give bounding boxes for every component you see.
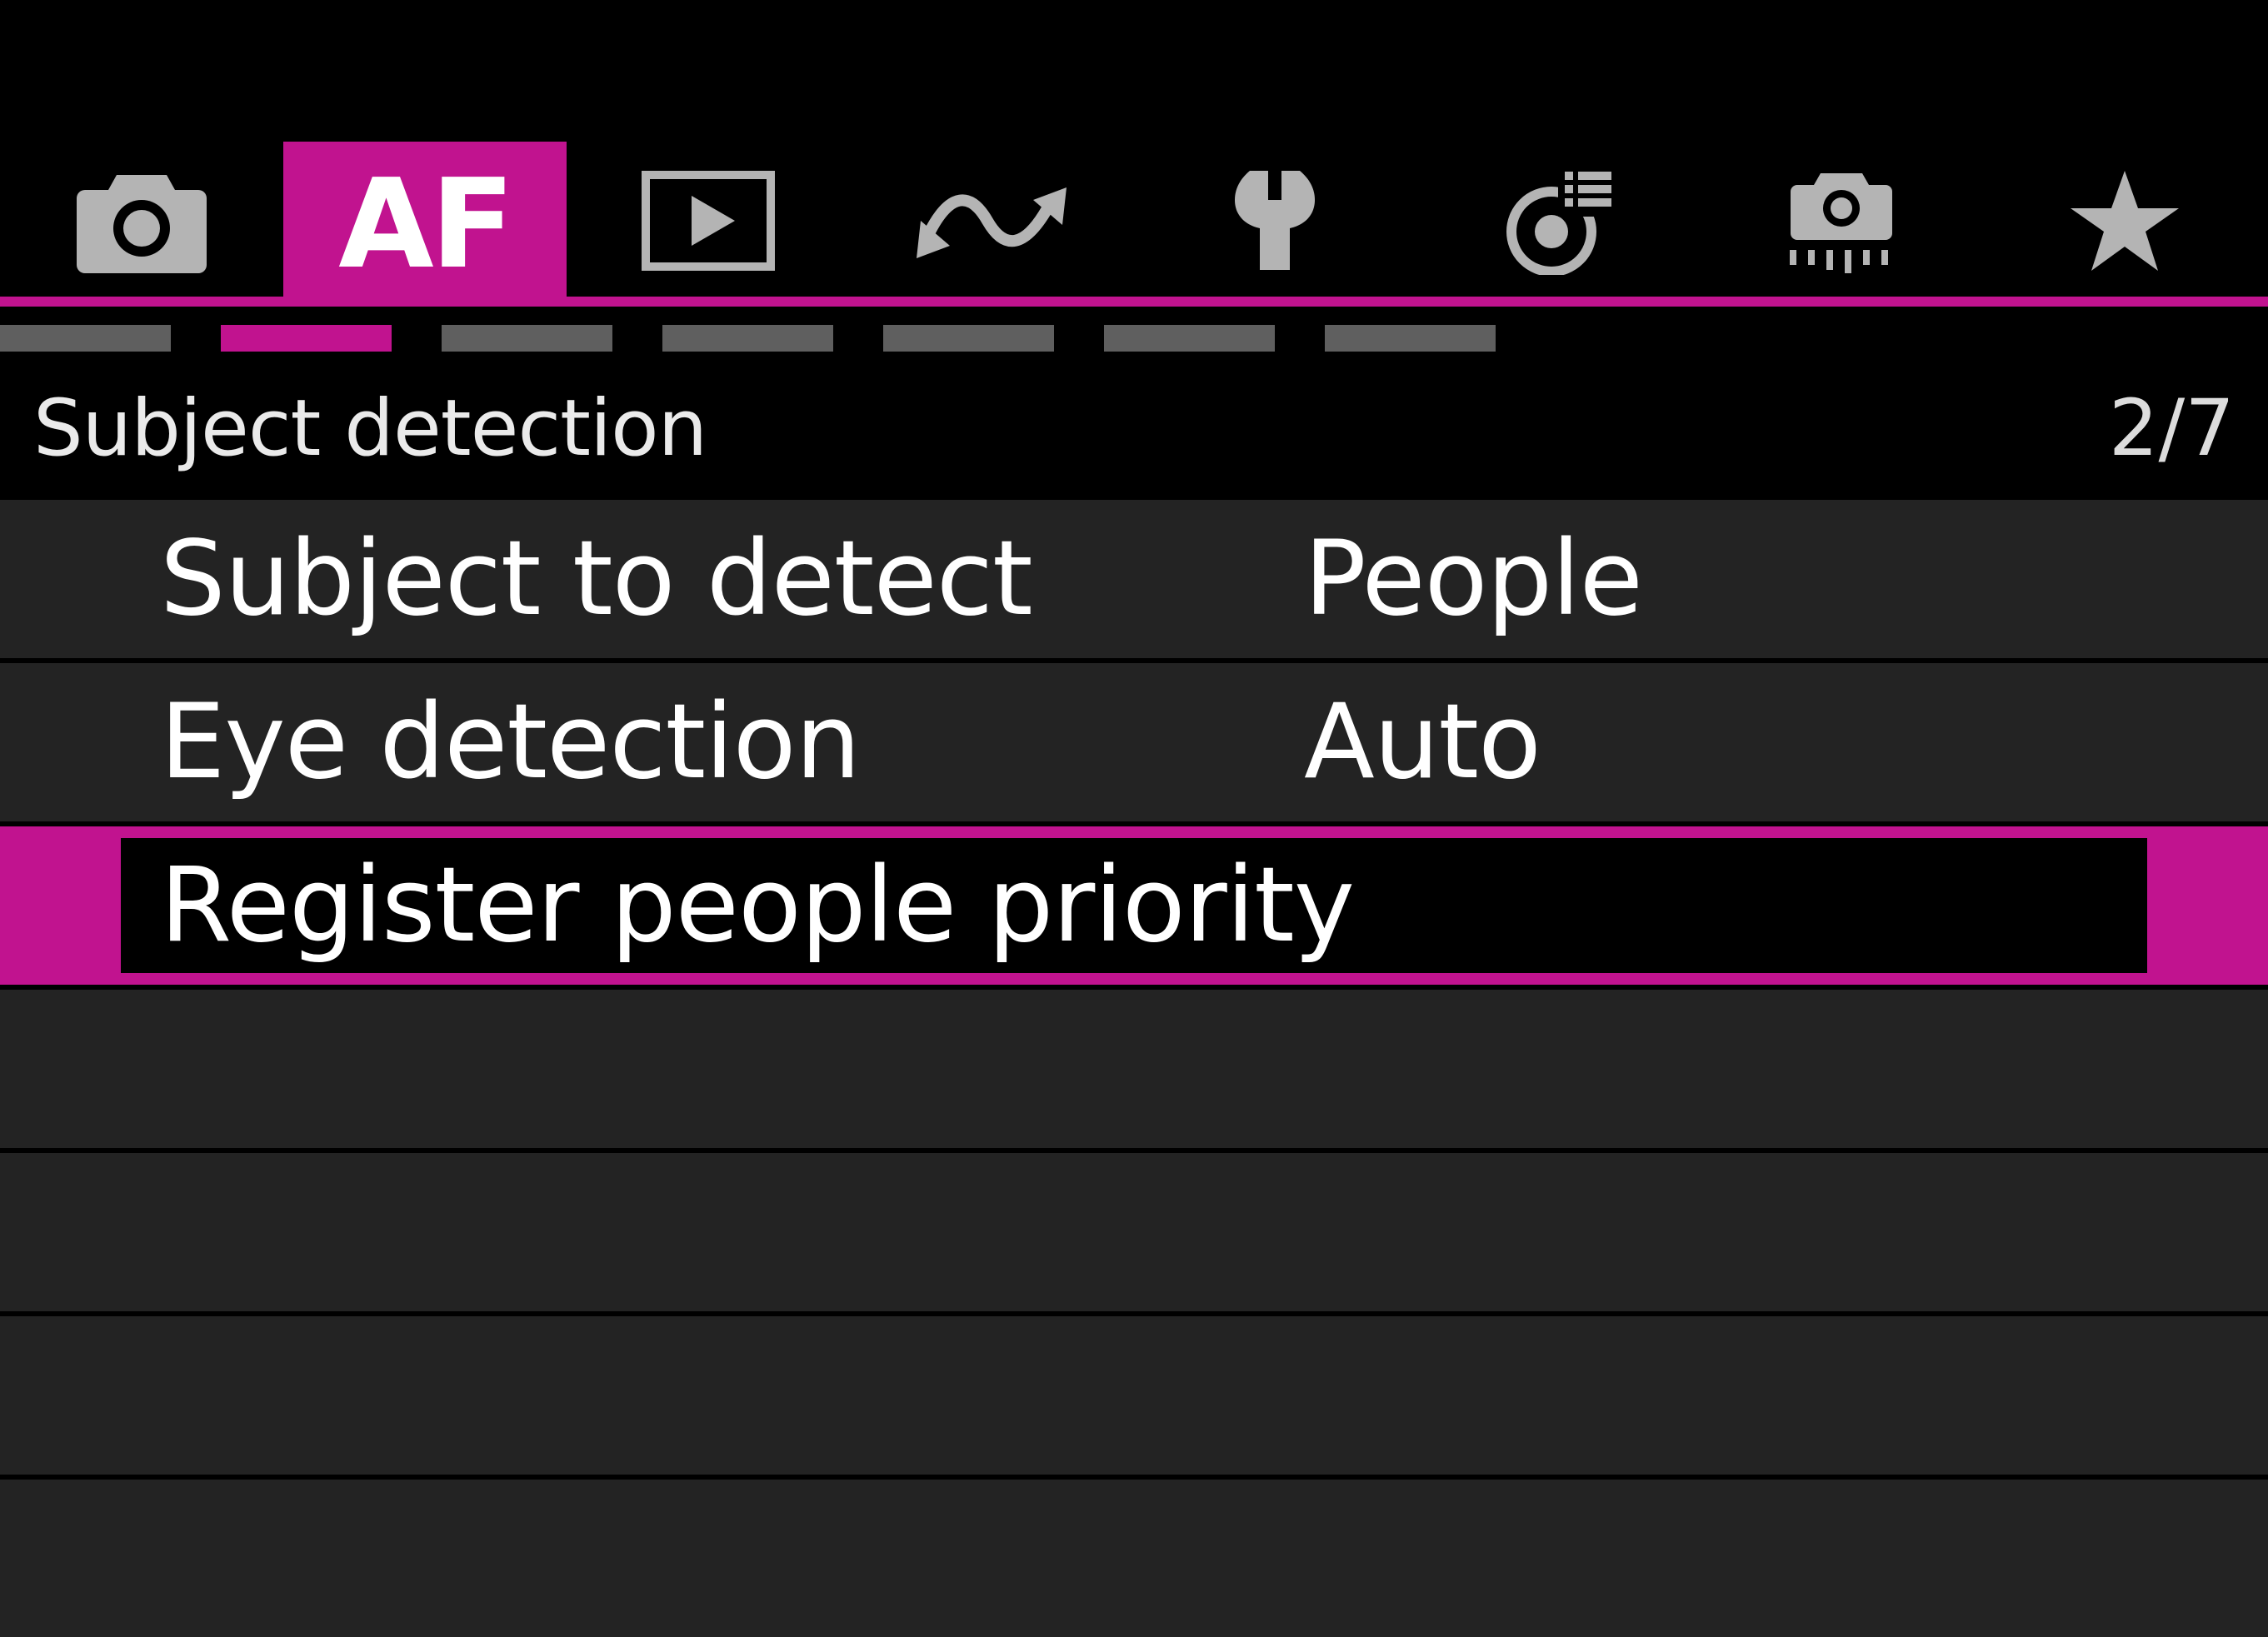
tab-af-label: AF [338, 152, 515, 296]
menu-tab-bar: AF [0, 142, 2268, 300]
menu-item-empty [0, 1153, 2268, 1311]
wrench-icon [1235, 171, 1315, 270]
page-indicator-segment [0, 325, 171, 352]
page-indicator-segment [662, 325, 833, 352]
menu-item-value: People [1304, 519, 1643, 639]
page-indicator-segment [1325, 325, 1496, 352]
tab-setup[interactable] [1133, 142, 1416, 300]
menu-item-empty [0, 1316, 2268, 1475]
star-icon [2071, 171, 2179, 271]
playback-icon [642, 171, 775, 271]
page-indicator-segment [1104, 325, 1275, 352]
menu-item-label: Eye detection [160, 682, 861, 802]
page-counter: 2/7 [2108, 383, 2235, 474]
menu-item-subject-to-detect[interactable]: Subject to detect People [0, 500, 2268, 658]
tab-my-menu-camera[interactable] [1700, 142, 1983, 300]
page-indicator-segment [442, 325, 612, 352]
tab-playback[interactable] [567, 142, 850, 300]
menu-item-empty [0, 1480, 2268, 1637]
tab-underline [0, 297, 2268, 307]
page-title: Subject detection [33, 383, 707, 474]
tab-custom-functions[interactable] [1416, 142, 1700, 300]
menu-item-value: Auto [1304, 682, 1541, 802]
camera-icon [77, 175, 207, 273]
page-indicator-segment [221, 325, 392, 352]
page-indicator-segment [883, 325, 1054, 352]
menu-item-label: Subject to detect [160, 519, 1033, 639]
wireless-icon [917, 187, 1067, 258]
menu-item-empty [0, 990, 2268, 1148]
custom-functions-icon [1506, 168, 1613, 275]
tab-wireless[interactable] [850, 142, 1133, 300]
page-indicator [0, 325, 2268, 352]
tab-shooting[interactable] [0, 142, 283, 300]
menu-item-label: Register people priority [160, 846, 1355, 966]
menu-item-eye-detection[interactable]: Eye detection Auto [0, 663, 2268, 821]
camera-custom-icon [1790, 173, 1892, 273]
tab-my-menu[interactable] [1983, 142, 2266, 300]
menu-item-register-people-priority[interactable]: Register people priority [0, 826, 2268, 985]
tab-af[interactable]: AF [283, 142, 567, 300]
